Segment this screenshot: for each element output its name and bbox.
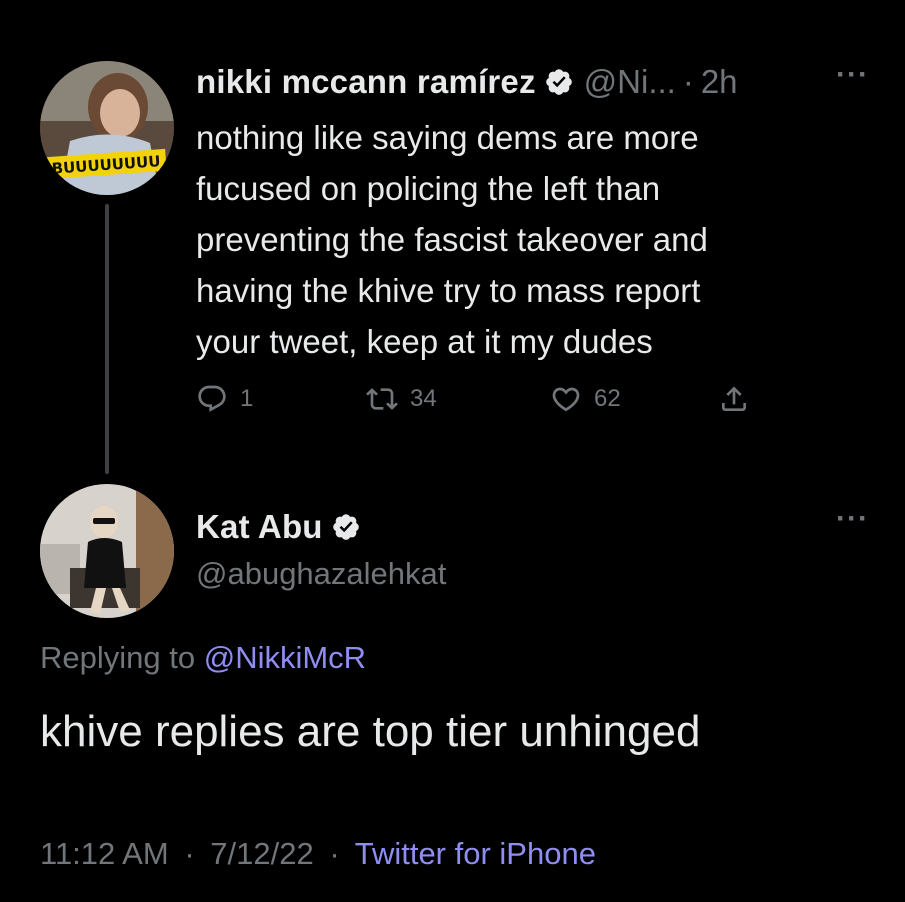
tweet-text-line: nothing like saying dems are more [196,119,699,156]
retweet-icon [366,388,398,410]
separator-dot: · [184,836,195,871]
verified-badge-icon [331,512,361,542]
tweet-text-line: your tweet, keep at it my dudes [196,323,653,360]
tweet-time[interactable]: 11:12 AM [40,836,169,871]
tweet-text-line: fucused on policing the left than [196,170,661,207]
replying-mention-link[interactable]: @NikkiMcR [204,640,366,675]
separator-dot: · [329,836,340,871]
reply-button[interactable]: 1 [196,383,253,415]
tweet-timestamp[interactable]: 2h [701,63,738,101]
reply-text: khive replies are top tier unhinged [40,707,701,756]
verified-badge-icon [544,67,574,97]
tweet-text-line: having the khive try to mass report [196,272,701,309]
retweet-button[interactable]: 34 [366,383,437,415]
more-options-icon[interactable]: ··· [836,58,869,92]
author-avatar[interactable]: BUUUUUUUU [40,61,174,195]
separator-dot: · [682,63,694,100]
tweet-source-link[interactable]: Twitter for iPhone [355,836,596,871]
like-count: 62 [594,385,621,412]
reply-author-name[interactable]: Kat Abu [196,508,323,546]
author-handle[interactable]: @Ni... [584,63,676,101]
replying-to: Replying to @NikkiMcR [40,640,366,676]
reply-icon [198,385,226,412]
like-button[interactable]: 62 [550,383,621,415]
share-icon [722,386,746,411]
replying-prefix: Replying to [40,640,196,675]
tweet-meta: 11:12 AM · 7/12/22 · Twitter for iPhone [40,836,596,872]
avatar-photo [40,484,174,618]
tweet-text: nothing like saying dems are more fucuse… [196,112,836,367]
thread-line [105,204,109,474]
author-name[interactable]: nikki mccann ramírez [196,63,536,101]
tweet-text-line: preventing the fascist takeover and [196,221,708,258]
share-button[interactable] [718,383,750,415]
heart-icon [552,387,580,412]
reply-author-avatar[interactable] [40,484,174,618]
more-options-icon[interactable]: ··· [836,502,869,536]
reply-count: 1 [240,385,254,412]
avatar-photo: BUUUUUUUU [40,61,174,195]
reply-author-handle[interactable]: @abughazalehkat [196,556,446,592]
reply-header: Kat Abu [196,505,371,549]
tweet-header: nikki mccann ramírez @Ni... · 2h [196,60,738,104]
tweet-date[interactable]: 7/12/22 [210,836,313,871]
retweet-count: 34 [410,385,437,412]
